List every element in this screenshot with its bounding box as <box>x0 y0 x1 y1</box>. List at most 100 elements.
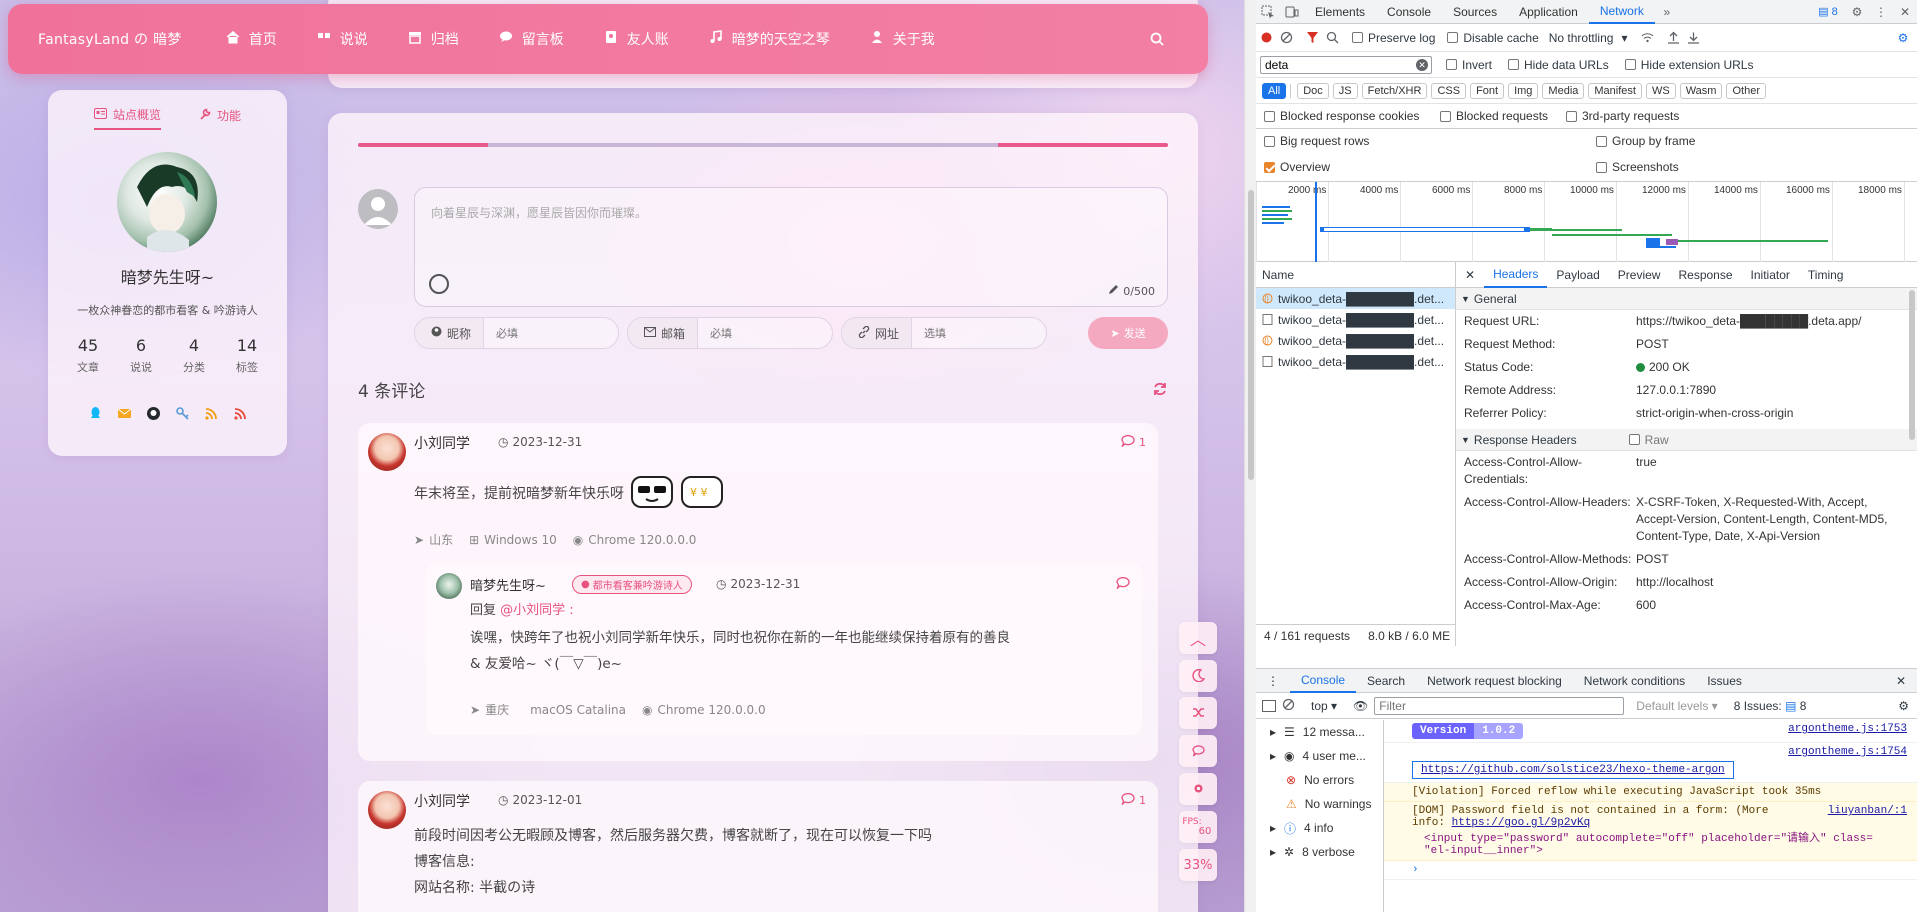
tab-console[interactable]: Console <box>1376 0 1442 24</box>
screenshots-checkbox[interactable]: Screenshots <box>1596 160 1679 174</box>
chip-manifest[interactable]: Manifest <box>1588 82 1642 99</box>
scrollbar-thumb[interactable] <box>1248 190 1254 480</box>
commenter-name[interactable]: 小刘同学 <box>414 433 470 453</box>
tab-site-overview[interactable]: 站点概览 <box>93 106 161 130</box>
tab-initiator[interactable]: Initiator <box>1742 262 1799 288</box>
stat-categories[interactable]: 4 分类 <box>168 336 220 375</box>
tab-timing[interactable]: Timing <box>1799 262 1853 288</box>
tab-application[interactable]: Application <box>1508 0 1589 24</box>
context-select[interactable]: top ▾ <box>1311 699 1337 713</box>
hide-extension-urls-checkbox[interactable]: Hide extension URLs <box>1624 58 1753 72</box>
commenter-avatar[interactable] <box>368 791 406 829</box>
import-har-icon[interactable] <box>1663 28 1683 48</box>
reply-button[interactable]: 1 <box>1121 434 1146 450</box>
details-scrollbar[interactable] <box>1909 290 1915 440</box>
hide-data-urls-checkbox[interactable]: Hide data URLs <box>1508 58 1609 72</box>
issues-badge[interactable]: ▤ 8 <box>1811 0 1845 24</box>
drawer-menu-icon[interactable]: ⋮ <box>1256 669 1290 693</box>
submit-comment-button[interactable]: ➤ 发送 <box>1088 317 1168 349</box>
reply-mention-link[interactable]: @小刘同学 : <box>500 603 574 618</box>
close-details-icon[interactable]: ✕ <box>1456 262 1484 288</box>
group-by-frame-checkbox[interactable]: Group by frame <box>1596 134 1695 148</box>
back-to-top-button[interactable]: ︿ <box>1179 622 1217 654</box>
comment-textarea[interactable]: 向着星辰与深渊，愿星辰皆因你而璀璨。 0/500 <box>414 187 1168 307</box>
rss-icon[interactable] <box>204 406 219 421</box>
comments-button[interactable] <box>1179 735 1217 767</box>
sidebar-messages[interactable]: ▸ ☰ 12 messa... <box>1256 720 1383 744</box>
author-reply-avatar[interactable] <box>436 573 462 599</box>
stat-tags[interactable]: 14 标签 <box>221 336 273 375</box>
settings-gear-icon[interactable]: ⚙ <box>1845 0 1869 24</box>
clear-filter-icon[interactable]: ✕ <box>1416 58 1428 71</box>
key-icon[interactable] <box>175 406 190 421</box>
tab-features[interactable]: 功能 <box>199 106 241 130</box>
source-link[interactable]: argontheme.js:1753 <box>1788 723 1907 735</box>
request-row[interactable]: {} twikoo_deta-████████.det... <box>1256 330 1455 351</box>
sidebar-user-messages[interactable]: ▸ ◉ 4 user me... <box>1256 744 1383 768</box>
chip-js[interactable]: JS <box>1332 82 1358 99</box>
drawer-tab-request-blocking[interactable]: Network request blocking <box>1416 669 1573 693</box>
chip-other[interactable]: Other <box>1726 82 1766 99</box>
rss-feed-icon[interactable] <box>233 406 248 421</box>
drawer-tab-issues[interactable]: Issues <box>1696 669 1753 693</box>
response-headers-section-header[interactable]: ▼ Response Headers Raw <box>1456 429 1917 451</box>
sidebar-errors[interactable]: ⊗ No errors <box>1256 768 1383 792</box>
nav-music[interactable]: 暗梦的天空之琴 <box>689 29 850 49</box>
stat-shuoshuo[interactable]: 6 说说 <box>115 336 167 375</box>
settings-button[interactable] <box>1179 773 1217 805</box>
sidebar-verbose[interactable]: ▸ ✲ 8 verbose <box>1256 840 1383 864</box>
sidebar-info[interactable]: ▸ ⓘ 4 info <box>1256 816 1383 840</box>
tab-headers[interactable]: Headers <box>1484 262 1548 288</box>
chip-ws[interactable]: WS <box>1645 82 1676 99</box>
tab-elements[interactable]: Elements <box>1304 0 1376 24</box>
reply-button[interactable] <box>1116 576 1130 592</box>
network-conditions-icon[interactable] <box>1637 28 1657 48</box>
filter-input[interactable] <box>1265 57 1410 72</box>
url-input[interactable] <box>912 318 1047 348</box>
console-prompt[interactable]: › <box>1384 861 1917 880</box>
github-link[interactable]: https://github.com/solstice23/hexo-theme… <box>1412 761 1734 779</box>
close-devtools-icon[interactable]: ✕ <box>1893 0 1917 24</box>
refresh-icon[interactable] <box>1152 381 1168 397</box>
clear-console-icon[interactable] <box>1282 698 1295 714</box>
chip-font[interactable]: Font <box>1470 82 1505 99</box>
nav-about[interactable]: 关于我 <box>850 29 955 49</box>
chip-all[interactable]: All <box>1262 82 1287 99</box>
scroll-percent[interactable]: 33% <box>1179 849 1217 881</box>
page-scrollbar[interactable] <box>1244 0 1256 912</box>
drawer-tab-console[interactable]: Console <box>1290 669 1357 693</box>
drawer-tab-network-conditions[interactable]: Network conditions <box>1573 669 1696 693</box>
github-icon[interactable] <box>146 406 161 421</box>
record-icon[interactable] <box>1256 28 1276 48</box>
request-row[interactable]: twikoo_deta-████████.det... <box>1256 351 1455 372</box>
request-row[interactable]: twikoo_deta-████████.det... <box>1256 309 1455 330</box>
request-row[interactable]: {} twikoo_deta-████████.det... <box>1256 288 1455 309</box>
sidebar-warnings[interactable]: ⚠ No warnings <box>1256 792 1383 816</box>
chip-fetch-xhr[interactable]: Fetch/XHR <box>1361 82 1428 99</box>
blocked-requests-checkbox[interactable]: Blocked requests <box>1440 109 1548 123</box>
search-icon[interactable] <box>1130 32 1184 46</box>
mail-input[interactable] <box>698 318 833 348</box>
tab-network[interactable]: Network <box>1588 0 1655 24</box>
search-icon[interactable] <box>1322 28 1342 48</box>
export-har-icon[interactable] <box>1683 28 1703 48</box>
drawer-tab-search[interactable]: Search <box>1356 669 1416 693</box>
console-filter-input[interactable] <box>1374 696 1625 715</box>
source-link[interactable]: liuyanban/:1 <box>1828 805 1907 817</box>
reply-button[interactable]: 1 <box>1121 792 1146 808</box>
nav-shuoshuo[interactable]: 说说 <box>297 29 388 49</box>
overview-checkbox[interactable]: Overview <box>1264 160 1330 174</box>
shuffle-button[interactable] <box>1179 697 1217 729</box>
stat-posts[interactable]: 45 文章 <box>62 336 114 375</box>
source-link[interactable]: argontheme.js:1754 <box>1788 746 1907 758</box>
dark-mode-button[interactable] <box>1179 660 1217 692</box>
author-name[interactable]: 暗梦先生呀~ <box>48 264 287 288</box>
issues-count[interactable]: 8 Issues: ▤ 8 <box>1734 699 1807 713</box>
commenter-avatar[interactable] <box>368 433 406 471</box>
close-drawer-icon[interactable]: ✕ <box>1885 669 1917 693</box>
nav-home[interactable]: 首页 <box>206 29 297 49</box>
tab-sources[interactable]: Sources <box>1442 0 1508 24</box>
chip-css[interactable]: CSS <box>1431 82 1467 99</box>
blocked-response-cookies-checkbox[interactable]: Blocked response cookies <box>1264 109 1419 123</box>
big-request-rows-checkbox[interactable]: Big request rows <box>1264 134 1369 148</box>
